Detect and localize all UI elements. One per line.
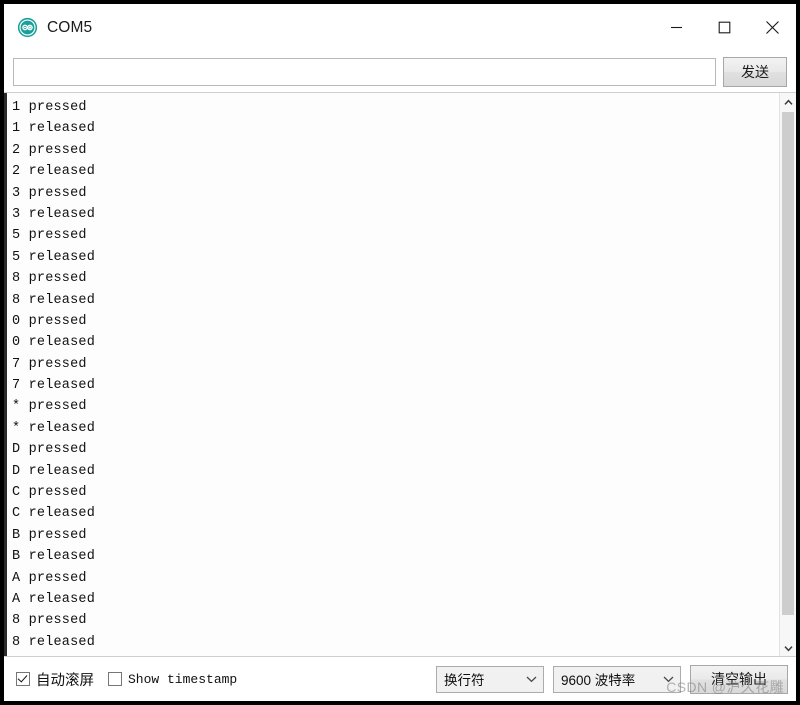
send-bar: 发送 — [4, 51, 796, 92]
console-line: A pressed — [12, 570, 87, 586]
console-line: 2 released — [12, 164, 96, 180]
scrollbar-track[interactable] — [780, 110, 796, 639]
console-line: 8 pressed — [12, 271, 87, 287]
console-line: 7 released — [12, 378, 96, 394]
console-line: 1 released — [12, 121, 96, 137]
chevron-down-icon — [526, 675, 537, 683]
clear-output-button[interactable]: 清空输出 — [690, 664, 788, 694]
console-line: 5 released — [12, 249, 96, 265]
console-line: 2 pressed — [12, 142, 87, 158]
chevron-up-icon — [783, 93, 793, 111]
console-line: 1 pressed — [12, 100, 87, 115]
console-line: 5 pressed — [12, 228, 87, 244]
console-line: * pressed — [12, 399, 87, 415]
show-timestamp-checkbox[interactable] — [108, 672, 122, 686]
title-bar-left: COM5 — [4, 17, 92, 38]
console-line: B released — [12, 549, 96, 565]
console-line: 8 released — [12, 634, 96, 650]
console-line: D released — [12, 463, 96, 479]
chevron-down-icon — [783, 639, 793, 657]
newline-select-value: 换行符 — [444, 673, 485, 688]
console-line: 8 released — [12, 292, 96, 308]
serial-output-area: 1 pressed 1 released 2 pressed 2 released 3 … — [4, 92, 796, 657]
console-line: 3 released — [12, 206, 96, 222]
vertical-scrollbar[interactable] — [779, 93, 796, 656]
status-bar: 自动滚屏 Show timestamp 换行符 9600 波特率 清空输出 CS… — [4, 657, 796, 701]
window-controls — [652, 4, 796, 51]
send-button[interactable]: 发送 — [723, 56, 787, 87]
serial-output-text[interactable]: 1 pressed 1 released 2 pressed 2 released 3 … — [8, 93, 779, 656]
console-line: 0 released — [12, 335, 96, 351]
scrollbar-thumb[interactable] — [782, 112, 794, 615]
console-line: 8 pressed — [12, 613, 87, 629]
baud-rate-select-value: 9600 波特率 — [561, 673, 636, 688]
arduino-logo-icon — [17, 17, 38, 38]
console-line: 0 pressed — [12, 313, 87, 329]
newline-select[interactable]: 换行符 — [436, 665, 544, 693]
autoscroll-checkbox-group[interactable]: 自动滚屏 — [16, 669, 94, 690]
console-line: D pressed — [12, 442, 87, 458]
console-line: C released — [12, 506, 96, 522]
serial-monitor-window: COM5 发送 1 pressed 1 released 2 pressed 2… — [4, 4, 796, 701]
show-timestamp-label: Show timestamp — [128, 671, 238, 687]
console-line: B pressed — [12, 527, 87, 543]
console-line: * released — [12, 420, 96, 436]
status-bar-right: 换行符 9600 波特率 清空输出 — [436, 657, 790, 701]
console-line: C pressed — [12, 485, 87, 501]
title-bar: COM5 — [4, 4, 796, 51]
console-line: 7 pressed — [12, 356, 87, 372]
serial-send-input[interactable] — [13, 57, 716, 86]
autoscroll-label: 自动滚屏 — [36, 672, 94, 689]
minimize-icon[interactable] — [652, 4, 700, 51]
scroll-down-button[interactable] — [780, 639, 796, 656]
close-icon[interactable] — [748, 4, 796, 51]
baud-rate-select[interactable]: 9600 波特率 — [553, 665, 681, 693]
autoscroll-checkbox[interactable] — [16, 672, 30, 686]
window-title: COM5 — [47, 18, 93, 36]
maximize-icon[interactable] — [700, 4, 748, 51]
console-line: 3 pressed — [12, 185, 87, 201]
chevron-down-icon — [663, 675, 674, 683]
console-line: A released — [12, 591, 96, 607]
show-timestamp-checkbox-group[interactable]: Show timestamp — [108, 672, 237, 687]
scroll-up-button[interactable] — [780, 93, 796, 110]
